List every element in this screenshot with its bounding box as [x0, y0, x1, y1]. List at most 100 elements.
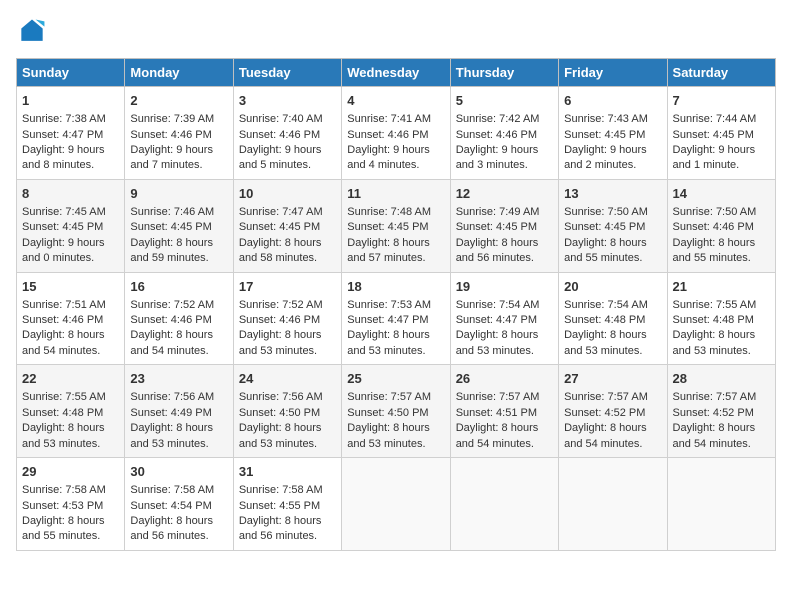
calendar-cell: 2 Sunrise: 7:39 AM Sunset: 4:46 PM Daylight…: [125, 87, 233, 180]
day-number: 21: [673, 278, 770, 296]
sunrise: Sunrise: 7:55 AM: [673, 299, 757, 311]
calendar-cell: 30Sunrise: 7:58 AMSunset: 4:54 PMDayligh…: [125, 458, 233, 551]
sunrise: Sunrise: 7:57 AM: [673, 391, 757, 403]
calendar-cell: 12Sunrise: 7:49 AMSunset: 4:45 PMDayligh…: [450, 179, 558, 272]
calendar-cell: 28Sunrise: 7:57 AMSunset: 4:52 PMDayligh…: [667, 365, 775, 458]
sunset: Sunset: 4:47 PM: [347, 314, 428, 326]
daylight: Daylight: 8 hours and 54 minutes.: [456, 422, 539, 449]
day-number: 17: [239, 278, 336, 296]
calendar-cell: 20Sunrise: 7:54 AMSunset: 4:48 PMDayligh…: [559, 272, 667, 365]
daylight: Daylight: 9 hours and 7 minutes.: [130, 144, 213, 171]
daylight: Daylight: 8 hours and 54 minutes.: [673, 422, 756, 449]
calendar-cell: 23Sunrise: 7:56 AMSunset: 4:49 PMDayligh…: [125, 365, 233, 458]
sunrise: Sunrise: 7:52 AM: [130, 299, 214, 311]
sunset: Sunset: 4:52 PM: [564, 407, 645, 419]
sunset: Sunset: 4:45 PM: [347, 221, 428, 233]
sunset: Sunset: 4:45 PM: [22, 221, 103, 233]
sunrise: Sunrise: 7:42 AM: [456, 113, 540, 125]
sunrise: Sunrise: 7:54 AM: [456, 299, 540, 311]
calendar-cell: 8 Sunrise: 7:45 AM Sunset: 4:45 PM Daylight…: [17, 179, 125, 272]
sunrise: Sunrise: 7:43 AM: [564, 113, 648, 125]
calendar-cell: 18Sunrise: 7:53 AMSunset: 4:47 PMDayligh…: [342, 272, 450, 365]
calendar-cell: 17Sunrise: 7:52 AMSunset: 4:46 PMDayligh…: [233, 272, 341, 365]
calendar-cell: 27Sunrise: 7:57 AMSunset: 4:52 PMDayligh…: [559, 365, 667, 458]
sunrise: Sunrise: 7:40 AM: [239, 113, 323, 125]
daylight: Daylight: 8 hours and 55 minutes.: [673, 237, 756, 264]
week-row-4: 22Sunrise: 7:55 AMSunset: 4:48 PMDayligh…: [17, 365, 776, 458]
calendar-cell: 15Sunrise: 7:51 AMSunset: 4:46 PMDayligh…: [17, 272, 125, 365]
calendar-cell: 24Sunrise: 7:56 AMSunset: 4:50 PMDayligh…: [233, 365, 341, 458]
col-header-friday: Friday: [559, 59, 667, 87]
calendar-cell: 9Sunrise: 7:46 AMSunset: 4:45 PMDaylight…: [125, 179, 233, 272]
day-number: 7: [673, 92, 770, 110]
day-number: 12: [456, 185, 553, 203]
sunrise: Sunrise: 7:53 AM: [347, 299, 431, 311]
col-header-thursday: Thursday: [450, 59, 558, 87]
calendar-cell: 19Sunrise: 7:54 AMSunset: 4:47 PMDayligh…: [450, 272, 558, 365]
daylight: Daylight: 8 hours and 58 minutes.: [239, 237, 322, 264]
sunrise: Sunrise: 7:56 AM: [130, 391, 214, 403]
sunrise: Sunrise: 7:57 AM: [564, 391, 648, 403]
calendar-cell: [667, 458, 775, 551]
daylight: Daylight: 8 hours and 53 minutes.: [673, 329, 756, 356]
daylight: Daylight: 9 hours and 0 minutes.: [22, 237, 105, 264]
day-number: 19: [456, 278, 553, 296]
day-number: 22: [22, 370, 119, 388]
daylight: Daylight: 8 hours and 54 minutes.: [564, 422, 647, 449]
sunset: Sunset: 4:51 PM: [456, 407, 537, 419]
sunset: Sunset: 4:47 PM: [456, 314, 537, 326]
sunset: Sunset: 4:46 PM: [673, 221, 754, 233]
col-header-monday: Monday: [125, 59, 233, 87]
sunset: Sunset: 4:46 PM: [130, 129, 211, 141]
day-number: 14: [673, 185, 770, 203]
sunrise: Sunrise: 7:45 AM: [22, 206, 106, 218]
sunrise: Sunrise: 7:50 AM: [564, 206, 648, 218]
day-number: 1: [22, 92, 119, 110]
sunrise: Sunrise: 7:58 AM: [239, 484, 323, 496]
calendar-cell: 3Sunrise: 7:40 AMSunset: 4:46 PMDaylight…: [233, 87, 341, 180]
day-number: 8: [22, 185, 119, 203]
sunset: Sunset: 4:50 PM: [347, 407, 428, 419]
sunset: Sunset: 4:45 PM: [130, 221, 211, 233]
sunset: Sunset: 4:46 PM: [239, 314, 320, 326]
sunset: Sunset: 4:46 PM: [22, 314, 103, 326]
day-number: 16: [130, 278, 227, 296]
sunrise: Sunrise: 7:55 AM: [22, 391, 106, 403]
daylight: Daylight: 9 hours and 2 minutes.: [564, 144, 647, 171]
col-header-saturday: Saturday: [667, 59, 775, 87]
sunset: Sunset: 4:49 PM: [130, 407, 211, 419]
sunset: Sunset: 4:45 PM: [564, 129, 645, 141]
day-number: 2: [130, 92, 227, 110]
col-header-sunday: Sunday: [17, 59, 125, 87]
daylight: Daylight: 8 hours and 53 minutes.: [347, 422, 430, 449]
week-row-1: 1Sunrise: 7:38 AMSunset: 4:47 PMDaylight…: [17, 87, 776, 180]
sunset: Sunset: 4:46 PM: [130, 314, 211, 326]
sunrise: Sunrise: 7:50 AM: [673, 206, 757, 218]
calendar-cell: 11Sunrise: 7:48 AMSunset: 4:45 PMDayligh…: [342, 179, 450, 272]
calendar-cell: [559, 458, 667, 551]
daylight: Daylight: 9 hours and 4 minutes.: [347, 144, 430, 171]
sunrise: Sunrise: 7:39 AM: [130, 113, 214, 125]
sunrise: Sunrise: 7:57 AM: [347, 391, 431, 403]
week-row-2: 8 Sunrise: 7:45 AM Sunset: 4:45 PM Daylight…: [17, 179, 776, 272]
daylight: Daylight: 8 hours and 56 minutes.: [456, 237, 539, 264]
sunset: Sunset: 4:47 PM: [22, 129, 103, 141]
col-header-tuesday: Tuesday: [233, 59, 341, 87]
sunrise: Sunrise: 7:56 AM: [239, 391, 323, 403]
sunrise: Sunrise: 7:46 AM: [130, 206, 214, 218]
day-number: 25: [347, 370, 444, 388]
sunrise: Sunrise: 7:58 AM: [130, 484, 214, 496]
week-row-5: 29Sunrise: 7:58 AMSunset: 4:53 PMDayligh…: [17, 458, 776, 551]
daylight: Daylight: 9 hours and 8 minutes.: [22, 144, 105, 171]
day-number: 10: [239, 185, 336, 203]
sunset: Sunset: 4:46 PM: [239, 129, 320, 141]
sunset: Sunset: 4:54 PM: [130, 500, 211, 512]
day-number: 5: [456, 92, 553, 110]
calendar-cell: 31Sunrise: 7:58 AMSunset: 4:55 PMDayligh…: [233, 458, 341, 551]
logo-icon: [16, 16, 48, 48]
calendar-cell: [450, 458, 558, 551]
daylight: Daylight: 8 hours and 59 minutes.: [130, 237, 213, 264]
sunset: Sunset: 4:45 PM: [564, 221, 645, 233]
daylight: Daylight: 8 hours and 54 minutes.: [22, 329, 105, 356]
day-number: 31: [239, 463, 336, 481]
